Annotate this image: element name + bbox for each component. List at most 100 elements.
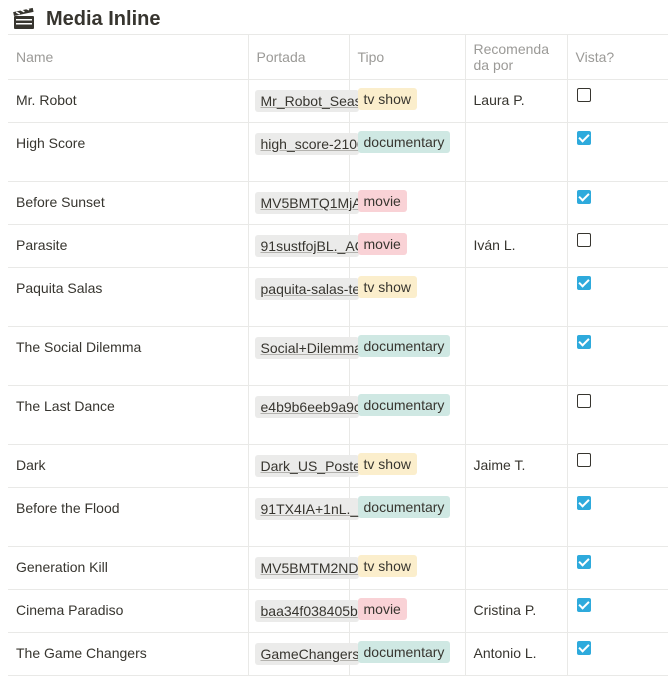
- table-row[interactable]: The Social Dilemma Social+Dilemma document…: [8, 326, 668, 386]
- file-chip[interactable]: high_score-2100: [254, 133, 359, 155]
- file-chip[interactable]: e4b9b6eeb9a9c: [254, 396, 359, 418]
- vista-checkbox[interactable]: [576, 641, 591, 655]
- vista-checkbox[interactable]: [576, 276, 591, 290]
- vista-checkbox[interactable]: [576, 335, 591, 349]
- cell-name[interactable]: The Game Changers: [8, 632, 249, 676]
- file-chip[interactable]: MV5BMTQ1MjAwN: [254, 192, 359, 214]
- cell-name[interactable]: The Last Dance: [8, 385, 249, 445]
- vista-checkbox[interactable]: [576, 394, 591, 408]
- cell-recomendada-por[interactable]: [464, 487, 568, 547]
- cell-tipo[interactable]: documentary: [348, 385, 466, 445]
- vista-checkbox[interactable]: [576, 190, 591, 204]
- cell-name[interactable]: Dark: [8, 444, 249, 488]
- table-row[interactable]: The Last Dance e4b9b6eeb9a9c documentary: [8, 385, 668, 445]
- vista-checkbox[interactable]: [576, 496, 591, 510]
- cell-recomendada-por[interactable]: [464, 267, 568, 327]
- table-row[interactable]: Mr. Robot Mr_Robot_Seasontv show Laura P.: [8, 79, 668, 123]
- cell-recomendada-por[interactable]: Cristina P.: [464, 589, 568, 633]
- file-chip[interactable]: baa34f038405b: [254, 600, 359, 622]
- cell-portada[interactable]: Mr_Robot_Season: [247, 79, 359, 123]
- cell-portada[interactable]: paquita-salas-te: [247, 267, 359, 327]
- table-row[interactable]: The Game Changers GameChangers_ documentar…: [8, 632, 668, 676]
- cell-recomendada-por[interactable]: Jaime T.: [464, 444, 568, 488]
- cell-tipo[interactable]: tv show: [348, 79, 466, 123]
- table-row[interactable]: High Score high_score-2100 documentary: [8, 122, 668, 182]
- cell-portada[interactable]: 91sustfojBL._AC: [247, 224, 359, 268]
- file-chip[interactable]: Dark_US_Poster: [254, 455, 359, 477]
- table-row[interactable]: Before the Flood 91TX4IA+1nL._A documentar…: [8, 487, 668, 547]
- cell-name[interactable]: Cinema Paradiso: [8, 589, 249, 633]
- table-row[interactable]: Dark Dark_US_Poster tv show Jaime T.: [8, 444, 668, 488]
- column-header-portada[interactable]: Portada: [247, 34, 350, 80]
- cell-tipo[interactable]: tv show: [348, 267, 466, 327]
- table-row[interactable]: Paquita Salas paquita-salas-te tv show: [8, 267, 668, 327]
- column-header-vista[interactable]: Vista?: [566, 34, 668, 80]
- cell-tipo[interactable]: movie: [348, 589, 466, 633]
- vista-checkbox[interactable]: [576, 131, 591, 145]
- cell-recomendada-por[interactable]: [464, 122, 568, 182]
- file-chip[interactable]: 91sustfojBL._AC: [254, 235, 359, 257]
- file-chip[interactable]: GameChangers_: [254, 643, 359, 665]
- cell-recomendada-por[interactable]: Laura P.: [464, 79, 568, 123]
- cell-portada[interactable]: baa34f038405b: [247, 589, 359, 633]
- file-chip[interactable]: MV5BMTM2NDM: [254, 557, 359, 579]
- cell-recomendada-por[interactable]: [464, 326, 568, 386]
- cell-recomendada-por[interactable]: [464, 181, 568, 225]
- cell-tipo[interactable]: movie: [348, 224, 466, 268]
- cell-name[interactable]: The Social Dilemma: [8, 326, 249, 386]
- cell-tipo[interactable]: documentary: [348, 632, 466, 676]
- cell-name[interactable]: High Score: [8, 122, 249, 182]
- cell-recomendada-por[interactable]: [464, 546, 568, 590]
- cell-vista[interactable]: [566, 267, 668, 327]
- cell-name[interactable]: Paquita Salas: [8, 267, 249, 327]
- cell-vista[interactable]: [566, 181, 668, 225]
- table-row[interactable]: Before Sunset MV5BMTQ1MjAwNmovie: [8, 181, 668, 225]
- cell-vista[interactable]: [566, 79, 668, 123]
- vista-checkbox[interactable]: [576, 453, 591, 467]
- cell-vista[interactable]: [566, 224, 668, 268]
- column-header-tipo[interactable]: Tipo: [348, 34, 466, 80]
- cell-name[interactable]: Parasite: [8, 224, 249, 268]
- cell-recomendada-por[interactable]: [464, 385, 568, 445]
- column-header-name[interactable]: Name: [8, 34, 249, 80]
- vista-checkbox[interactable]: [576, 88, 591, 102]
- cell-name[interactable]: Before Sunset: [8, 181, 249, 225]
- cell-name[interactable]: Before the Flood: [8, 487, 249, 547]
- file-chip[interactable]: 91TX4IA+1nL._A: [254, 498, 359, 520]
- cell-portada[interactable]: MV5BMTQ1MjAwN: [247, 181, 359, 225]
- cell-portada[interactable]: Social+Dilemma: [247, 326, 359, 386]
- cell-portada[interactable]: GameChangers_: [247, 632, 359, 676]
- cell-vista[interactable]: [566, 122, 668, 182]
- cell-name[interactable]: Mr. Robot: [8, 79, 249, 123]
- cell-vista[interactable]: [566, 444, 668, 488]
- vista-checkbox[interactable]: [576, 233, 591, 247]
- cell-portada[interactable]: high_score-2100: [247, 122, 359, 182]
- file-chip[interactable]: paquita-salas-te: [254, 278, 359, 300]
- cell-portada[interactable]: e4b9b6eeb9a9c: [247, 385, 359, 445]
- cell-tipo[interactable]: documentary: [348, 487, 466, 547]
- vista-checkbox[interactable]: [576, 555, 591, 569]
- table-row[interactable]: Generation Kill MV5BMTM2NDMtv show: [8, 546, 668, 590]
- cell-vista[interactable]: [566, 385, 668, 445]
- cell-portada[interactable]: 91TX4IA+1nL._A: [247, 487, 359, 547]
- cell-vista[interactable]: [566, 589, 668, 633]
- vista-checkbox[interactable]: [576, 598, 591, 612]
- file-chip[interactable]: Mr_Robot_Season: [254, 90, 359, 112]
- cell-vista[interactable]: [566, 632, 668, 676]
- cell-portada[interactable]: Dark_US_Poster: [247, 444, 359, 488]
- cell-vista[interactable]: [566, 487, 668, 547]
- cell-recomendada-por[interactable]: Antonio L.: [464, 632, 568, 676]
- cell-name[interactable]: Generation Kill: [8, 546, 249, 590]
- cell-vista[interactable]: [566, 326, 668, 386]
- table-row[interactable]: Cinema Paradiso baa34f038405b movie Cristin…: [8, 589, 668, 633]
- file-chip[interactable]: Social+Dilemma: [254, 337, 359, 359]
- table-row[interactable]: Parasite 91sustfojBL._AC movie Iván L.: [8, 224, 668, 268]
- cell-portada[interactable]: MV5BMTM2NDM: [247, 546, 359, 590]
- column-header-recomendada-por[interactable]: Recomenda da por: [464, 34, 568, 80]
- cell-tipo[interactable]: documentary: [348, 326, 466, 386]
- cell-tipo[interactable]: tv show: [348, 546, 466, 590]
- cell-tipo[interactable]: tv show: [348, 444, 466, 488]
- cell-recomendada-por[interactable]: Iván L.: [464, 224, 568, 268]
- cell-tipo[interactable]: movie: [348, 181, 466, 225]
- cell-vista[interactable]: [566, 546, 668, 590]
